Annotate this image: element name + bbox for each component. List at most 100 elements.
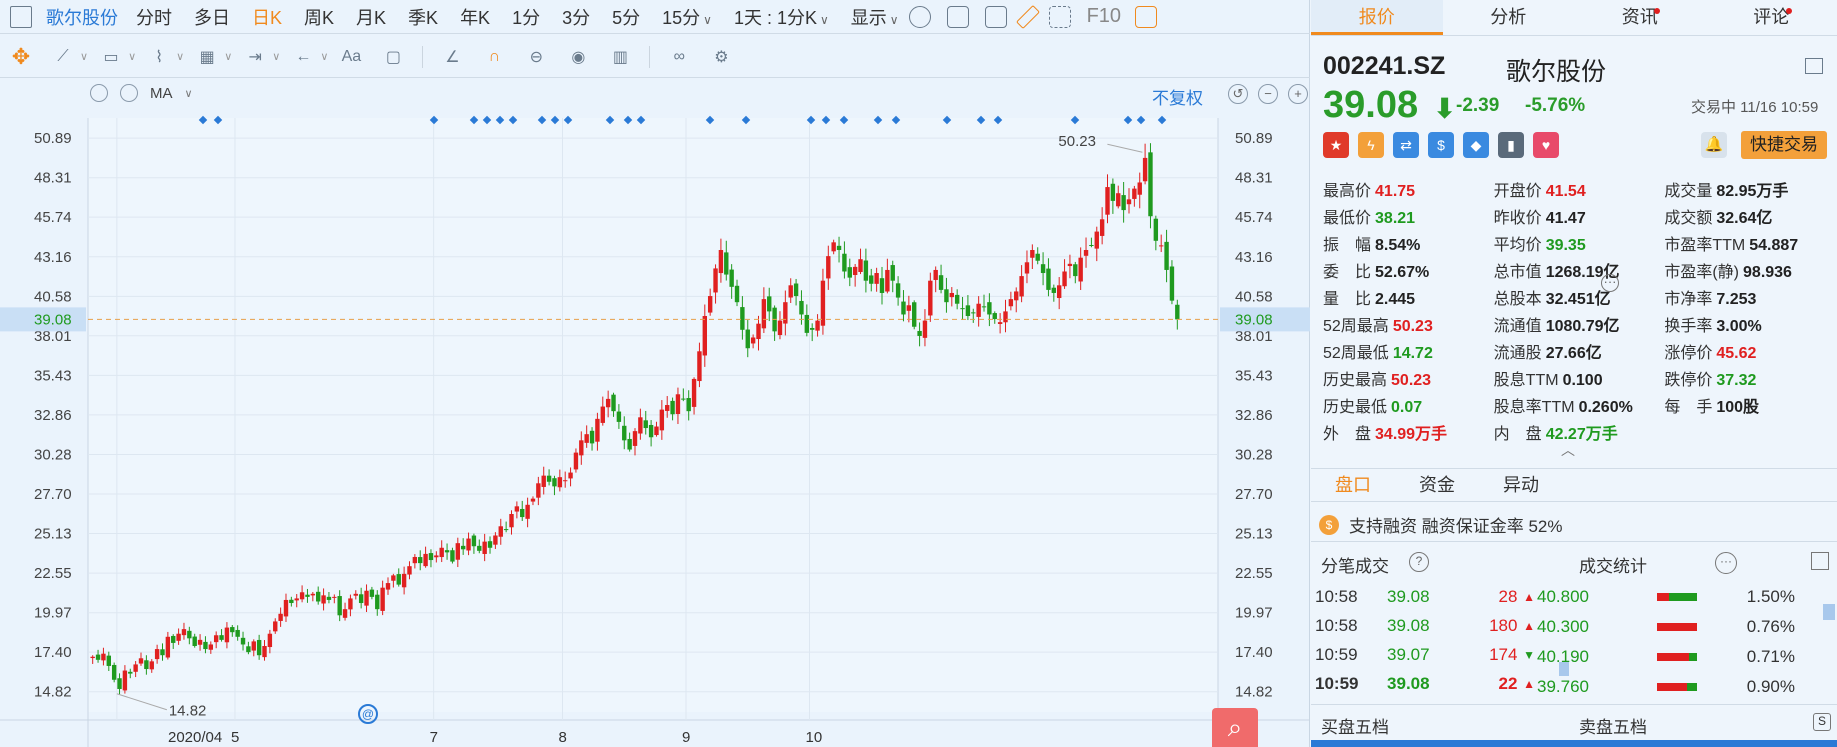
candle-body xyxy=(294,598,299,601)
dock-icon[interactable] xyxy=(1805,58,1823,74)
candle-body xyxy=(1089,244,1094,246)
fib-tool-icon[interactable]: ▦ xyxy=(194,45,220,69)
event-marker xyxy=(429,115,439,125)
bell-icon[interactable]: 🔔 xyxy=(1701,132,1727,158)
move-icon[interactable]: ✥ xyxy=(8,44,34,69)
candle-body xyxy=(283,599,289,617)
quick-trade-button[interactable]: 快捷交易 xyxy=(1741,131,1827,159)
eye-icon[interactable]: ◉ xyxy=(565,45,591,69)
period-tab[interactable]: 月K xyxy=(356,4,386,30)
quote-tab[interactable]: 评论 xyxy=(1706,0,1837,35)
search-icon[interactable]: ⌕ xyxy=(1212,708,1258,747)
period-tab[interactable]: 季K xyxy=(408,4,438,30)
display-menu[interactable]: 显示 ∨ xyxy=(851,4,899,30)
panel-tab[interactable]: 异动 xyxy=(1479,469,1563,501)
camera-icon[interactable] xyxy=(984,5,1007,28)
angle-icon[interactable]: ∠ xyxy=(439,45,465,69)
candle-body xyxy=(246,646,251,653)
gear-icon[interactable] xyxy=(908,5,931,28)
range-select[interactable]: 1天 : 1分K ∨ xyxy=(734,4,829,30)
arrow-up-icon: ▲ xyxy=(1523,676,1535,691)
panel-tab[interactable]: 资金 xyxy=(1395,469,1479,501)
y-tick-label-left: 32.86 xyxy=(34,407,72,424)
shuffle-icon[interactable]: ⇄ xyxy=(1393,132,1419,158)
more-icon[interactable]: ··· xyxy=(1715,552,1737,574)
reset-icon[interactable]: ↺ xyxy=(1228,84,1248,104)
candlestick-chart[interactable]: 14.82 14.82 17.40 17.40 19.97 19.97 22.55 22.55… xyxy=(0,0,1310,747)
panel-icon[interactable] xyxy=(1135,5,1158,28)
stat-value: 1080.79亿 xyxy=(1545,317,1620,335)
event-icon[interactable]: @ xyxy=(358,704,378,724)
link-icon[interactable]: ∞ xyxy=(666,45,692,69)
lock-icon[interactable]: ⊖ xyxy=(523,45,549,69)
stat-value: 27.66亿 xyxy=(1545,344,1602,362)
period-tab[interactable]: 15分 ∨ xyxy=(662,4,712,30)
china-flag-icon[interactable]: ★ xyxy=(1323,132,1349,158)
trash-icon[interactable]: ▥ xyxy=(607,45,633,69)
candle-body xyxy=(111,664,117,680)
period-tab[interactable]: 多日 xyxy=(194,4,230,30)
period-tab[interactable]: 日K xyxy=(252,4,282,30)
arrow-tool-icon[interactable]: ← xyxy=(290,45,316,69)
period-tab[interactable]: 分时 xyxy=(136,4,172,30)
candle-body xyxy=(138,658,144,664)
dollar-icon[interactable]: $ xyxy=(1428,132,1454,158)
square-tool-icon[interactable] xyxy=(946,5,969,28)
panel-tab[interactable]: 盘口 xyxy=(1311,469,1395,501)
indicator-label[interactable]: MA xyxy=(150,85,173,102)
ticks-title: 分笔成交 xyxy=(1321,557,1389,576)
quote-tab[interactable]: 报价 xyxy=(1311,0,1443,35)
tick-list[interactable]: 10:58 39.08 28 ▲ 10:58 39.08 180 ▲ 10:59 39.07 174… xyxy=(1315,582,1535,698)
stat-key: 总股本 xyxy=(1493,290,1542,308)
sell5-label[interactable]: 卖盘五档 xyxy=(1579,713,1647,738)
measure-tool-icon[interactable]: ⇥ xyxy=(242,45,268,69)
adjust-toggle[interactable]: 不复权 xyxy=(1152,84,1203,109)
chevron-up-icon[interactable]: ︿ xyxy=(1561,440,1575,460)
fullscreen-icon[interactable] xyxy=(1048,5,1071,28)
help-icon[interactable]: ? xyxy=(1409,552,1429,572)
f10-button[interactable]: F10 xyxy=(1087,5,1121,28)
s-icon[interactable]: S xyxy=(1813,713,1831,731)
dist-scrollbar[interactable] xyxy=(1823,604,1835,620)
period-tab[interactable]: 周K xyxy=(304,4,334,30)
candle-body xyxy=(1024,262,1030,274)
sidebar-toggle-icon[interactable] xyxy=(10,5,32,28)
stats-row: 量 比 2.445 总股本 32.451亿 市净率 7.253 xyxy=(1323,283,1835,310)
stat-key: 股息TTM xyxy=(1493,371,1559,389)
line-tool-icon[interactable]: ⟋ xyxy=(50,45,76,69)
gear-icon[interactable] xyxy=(90,84,108,102)
tick-v: 174 xyxy=(1489,644,1518,664)
period-tab[interactable]: 年K xyxy=(460,4,490,30)
volume-distribution[interactable]: 40.800 1.50% 40.300 0.76% 40.190 0.71% 39.760 0… xyxy=(1537,582,1837,702)
candle-body xyxy=(906,305,912,311)
heart-icon[interactable]: ♥ xyxy=(1533,132,1559,158)
quote-tab[interactable]: 资讯 xyxy=(1574,0,1706,35)
magnet-icon[interactable]: ∩ xyxy=(481,45,507,69)
more-icon[interactable]: ··· xyxy=(1601,274,1619,292)
stat-cell: 振 幅 8.54% xyxy=(1323,231,1494,255)
candle-body xyxy=(1110,183,1116,201)
zoom-out-icon[interactable]: − xyxy=(1258,84,1278,104)
period-tab[interactable]: 1分 xyxy=(512,4,540,30)
bookmark-icon[interactable]: ▮ xyxy=(1498,132,1524,158)
period-tab[interactable]: 5分 xyxy=(612,4,640,30)
buy5-label[interactable]: 买盘五档 xyxy=(1321,713,1389,738)
tag-icon[interactable]: ◆ xyxy=(1463,132,1489,158)
chevron-down-icon[interactable]: ∨ xyxy=(185,87,193,100)
polyline-tool-icon[interactable]: ⌇ xyxy=(146,45,172,69)
grid-icon[interactable] xyxy=(1811,552,1829,570)
stock-name-link[interactable]: 歌尔股份 xyxy=(46,4,118,30)
pencil-icon[interactable] xyxy=(1015,4,1040,29)
quote-tab[interactable]: 分析 xyxy=(1443,0,1575,35)
rect-tool-icon[interactable]: ▭ xyxy=(98,45,124,69)
quote-tab-label: 分析 xyxy=(1490,7,1527,27)
candle-body xyxy=(605,398,611,408)
settings-icon[interactable]: ⚙ xyxy=(708,45,734,69)
lightning-icon[interactable]: ϟ xyxy=(1358,132,1384,158)
comment-icon[interactable]: ▢ xyxy=(380,45,406,69)
text-tool-icon[interactable]: Aa xyxy=(338,45,364,69)
period-tab[interactable]: 3分 xyxy=(562,4,590,30)
stats-row: 52周最高 50.23 流通值 1080.79亿 换手率 3.00% xyxy=(1323,310,1835,337)
zoom-in-icon[interactable]: + xyxy=(1288,84,1308,104)
close-icon[interactable] xyxy=(120,84,138,102)
